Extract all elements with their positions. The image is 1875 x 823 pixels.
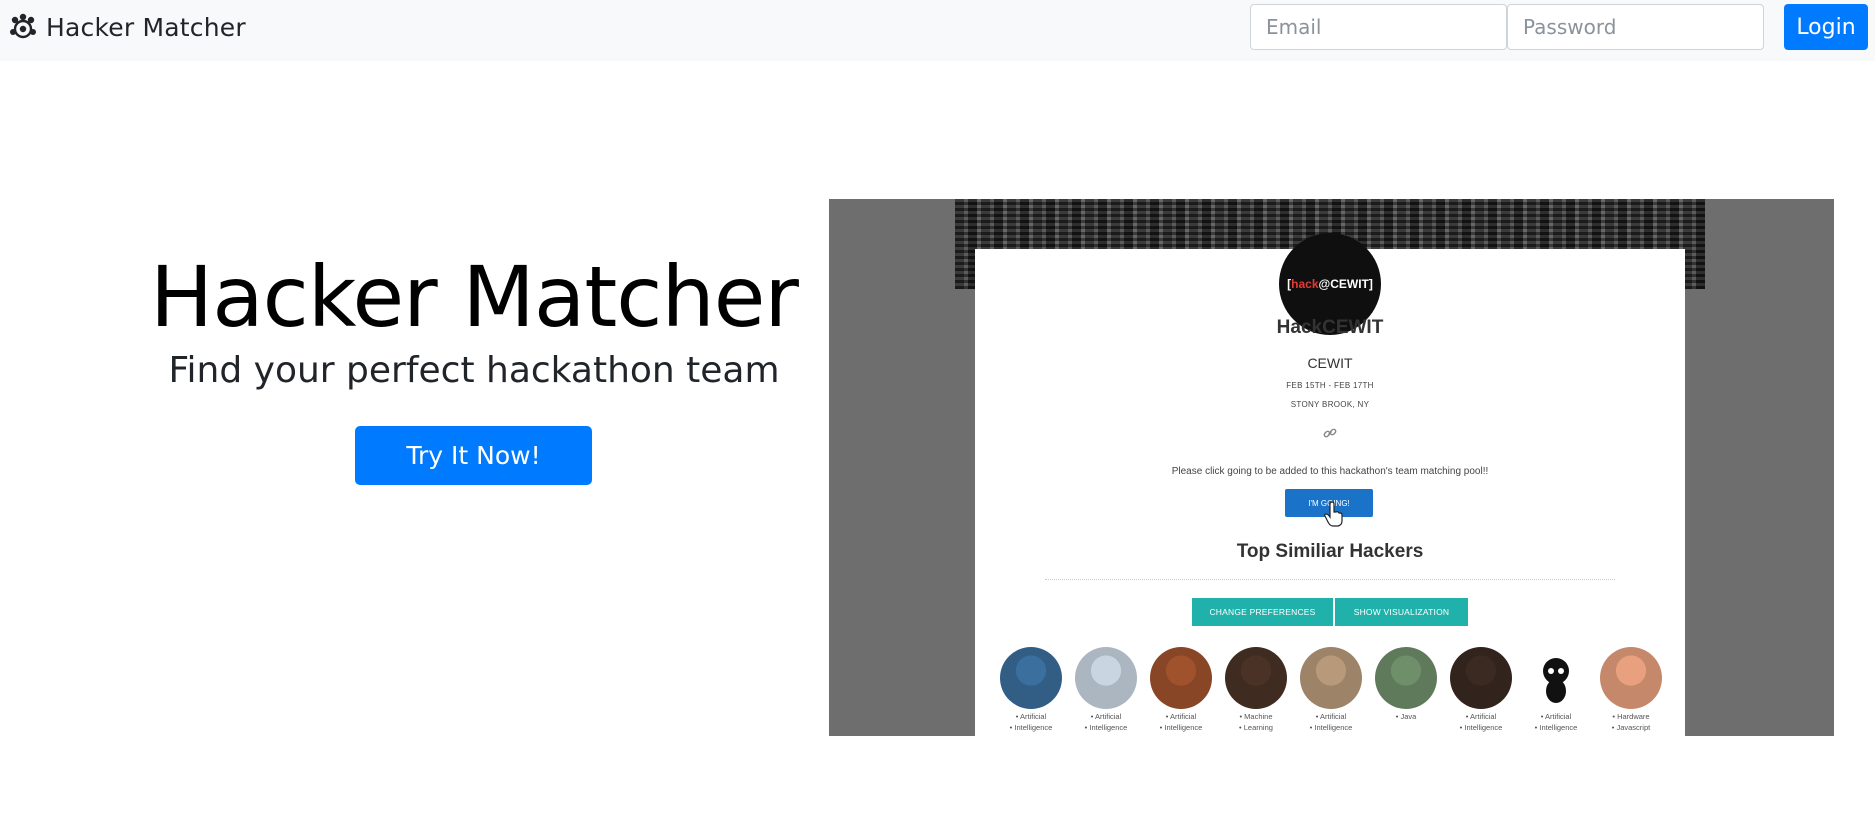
hacker-skills: HardwareJavascript	[1612, 711, 1650, 733]
hacker-card: ArtificialIntelligence	[1300, 647, 1362, 733]
event-card: [hack @CEWIT] HackCEWIT CEWIT FEB 15TH - …	[975, 233, 1685, 736]
hacker-card: ArtificialIntelligence	[1525, 647, 1587, 733]
hacker-skills: ArtificialIntelligence	[1310, 711, 1352, 733]
show-visualization-button: SHOW VISUALIZATION	[1335, 598, 1468, 626]
hacker-card: ArtificialIntelligence	[1075, 647, 1137, 733]
login-button[interactable]: Login	[1784, 4, 1868, 50]
avatar	[1000, 647, 1062, 709]
password-field[interactable]	[1507, 4, 1764, 50]
hero-subtitle: Find your perfect hackathon team	[168, 350, 780, 391]
hacker-skills: ArtificialIntelligence	[1085, 711, 1127, 733]
try-it-now-button[interactable]: Try It Now!	[355, 426, 592, 485]
event-organizer: CEWIT	[1307, 355, 1353, 371]
hacker-card: HardwareJavascript	[1600, 647, 1662, 733]
hero-title: Hacker Matcher	[150, 248, 799, 346]
hacker-skills: ArtificialIntelligence	[1160, 711, 1202, 733]
going-message: Please click going to be added to this h…	[1171, 466, 1489, 477]
hackers-list: ArtificialIntelligence ArtificialIntelli…	[1000, 647, 1680, 733]
change-preferences-button: CHANGE PREFERENCES	[1192, 598, 1333, 626]
link-icon	[1323, 428, 1337, 438]
brand-name: Hacker Matcher	[46, 12, 246, 42]
avatar	[1600, 647, 1662, 709]
hacker-card: MachineLearning	[1225, 647, 1287, 733]
avatar	[1150, 647, 1212, 709]
hacker-skills: Java	[1396, 711, 1416, 722]
email-field[interactable]	[1250, 4, 1507, 50]
hacker-card: ArtificialIntelligence	[1450, 647, 1512, 733]
avatar	[1300, 647, 1362, 709]
github-octocat-avatar	[1525, 647, 1587, 709]
hand-cursor-icon	[1324, 501, 1343, 527]
event-dates: FEB 15TH - FEB 17TH	[1286, 381, 1374, 390]
event-title: HackCEWIT	[1276, 317, 1384, 338]
hacker-skills: ArtificialIntelligence	[1535, 711, 1577, 733]
avatar	[1225, 647, 1287, 709]
hacker-skills: ArtificialIntelligence	[1010, 711, 1052, 733]
event-location: STONY BROOK, NY	[1290, 400, 1370, 409]
avatar	[1450, 647, 1512, 709]
avatar	[1375, 647, 1437, 709]
divider	[1045, 579, 1615, 580]
team-icon	[10, 13, 36, 39]
hacker-card: ArtificialIntelligence	[1000, 647, 1062, 733]
avatar	[1075, 647, 1137, 709]
brand[interactable]: Hacker Matcher	[8, 8, 246, 46]
demo-preview: [hack @CEWIT] HackCEWIT CEWIT FEB 15TH - …	[829, 199, 1834, 736]
hacker-skills: MachineLearning	[1239, 711, 1273, 733]
similar-hackers-title: Top Similiar Hackers	[1236, 541, 1424, 562]
navbar: Hacker Matcher Login	[0, 0, 1875, 61]
hacker-card: Java	[1375, 647, 1437, 733]
hacker-skills: ArtificialIntelligence	[1460, 711, 1502, 733]
hacker-card: ArtificialIntelligence	[1150, 647, 1212, 733]
